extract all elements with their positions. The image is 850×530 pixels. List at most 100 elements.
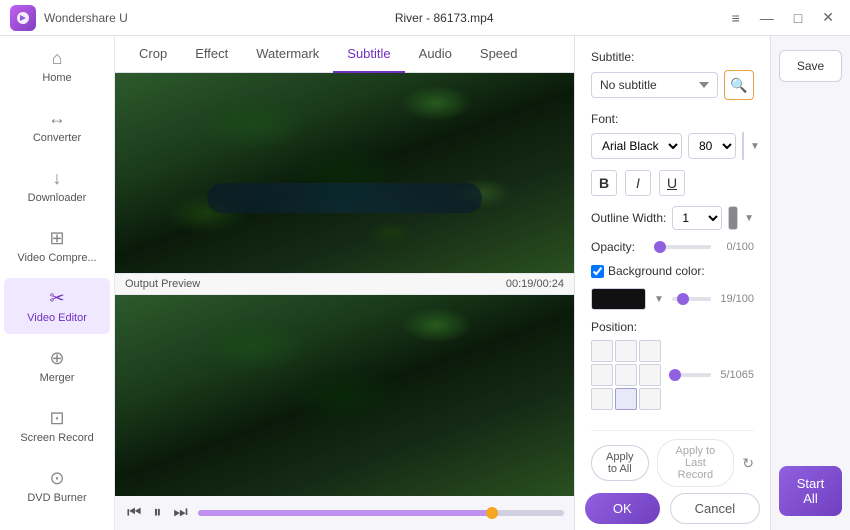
subtitle-search-btn[interactable]: 🔍 [724,70,754,100]
tab-effect[interactable]: Effect [181,36,242,73]
progress-bar[interactable] [198,510,564,516]
bg-color-checkbox-label[interactable]: Background color: [591,264,705,278]
menu-icon[interactable]: ≡ [726,8,746,28]
position-value: 5/1065 [719,369,754,381]
rewind-btn[interactable]: ⏮ [125,502,143,524]
subtitle-section-label: Subtitle: [591,50,754,64]
video-panel: Crop Effect Watermark Subtitle Audio Spe… [115,36,575,530]
sidebar-label-editor: Video Editor [27,312,87,324]
bg-color-checkbox[interactable] [591,265,604,278]
font-family-select[interactable]: Arial Black [591,133,682,159]
apply-to-all-btn[interactable]: Apply to All [591,445,649,481]
window-controls[interactable]: ≡ — □ ✕ [726,7,840,28]
pos-cell-ml[interactable] [591,364,613,386]
bottom-video-frame [115,295,574,496]
sidebar-item-screen-record[interactable]: ⊡ Screen Record [4,398,110,454]
sidebar-label-compress: Video Compre... [17,252,96,264]
converter-icon: ↔ [48,108,66,129]
river-texture [207,183,482,213]
outline-label: Outline Width: [591,211,666,225]
progress-thumb[interactable] [486,507,498,519]
color-dropdown-arrow[interactable]: ▼ [750,141,760,152]
tab-speed[interactable]: Speed [466,36,532,73]
forest-texture [115,73,574,273]
sidebar-item-merger[interactable]: ⊕ Merger [4,338,110,394]
editor-container: Crop Effect Watermark Subtitle Audio Spe… [115,36,850,530]
maximize-btn[interactable]: □ [788,8,808,28]
sidebar-item-video-editor[interactable]: ✂ Video Editor [4,278,110,334]
outline-color-arrow[interactable]: ▼ [744,213,754,224]
bottom-forest-overlay [115,295,574,496]
tab-bar: Crop Effect Watermark Subtitle Audio Spe… [115,36,574,73]
screen-record-icon: ⊡ [49,408,64,429]
apply-to-last-btn[interactable]: Apply to Last Record [657,439,735,487]
pause-btn[interactable]: ⏸ [151,502,163,524]
position-label: Position: [591,320,754,334]
output-preview-label: Output Preview [125,278,200,290]
progress-fill [198,510,491,516]
minimize-btn[interactable]: — [754,8,780,28]
pos-cell-mc[interactable] [615,364,637,386]
tab-audio[interactable]: Audio [405,36,466,73]
sidebar-label-converter: Converter [33,132,81,144]
outline-color-picker[interactable] [728,206,738,230]
sidebar-label-screen-record: Screen Record [20,432,93,444]
bg-color-picker-row: ▼ 19/100 [591,288,754,310]
bg-opacity-slider[interactable] [672,297,711,301]
pos-cell-bl[interactable] [591,388,613,410]
sidebar-item-downloader[interactable]: ↓ Downloader [4,158,110,214]
pos-cell-br[interactable] [639,388,661,410]
start-all-btn[interactable]: Start All [779,466,842,516]
opacity-value: 0/100 [719,241,754,253]
top-video-preview [115,73,574,273]
position-section: Position: [591,320,754,410]
subtitle-panel: Subtitle: No subtitle 🔍 Font: Arial Blac… [575,36,770,530]
underline-btn[interactable]: U [659,170,685,196]
cancel-btn[interactable]: Cancel [670,493,760,524]
compress-icon: ⊞ [49,228,64,249]
ok-cancel-row: OK Cancel [591,493,754,524]
tab-subtitle[interactable]: Subtitle [333,36,404,73]
opacity-slider[interactable] [654,245,711,249]
pos-cell-tl[interactable] [591,340,613,362]
search-icon: 🔍 [730,77,747,94]
playback-controls: ⏮ ⏸ ⏭ [115,496,574,530]
bg-color-row: Background color: [591,264,754,278]
italic-btn[interactable]: I [625,170,651,196]
sidebar: ⌂ Home ↔ Converter ↓ Downloader ⊞ Video … [0,36,115,530]
bold-btn[interactable]: B [591,170,617,196]
font-size-select[interactable]: 80 [688,133,736,159]
outline-select[interactable]: 1 [672,206,722,230]
close-btn[interactable]: ✕ [816,7,840,28]
pos-cell-tr[interactable] [639,340,661,362]
bg-color-arrow[interactable]: ▼ [654,294,664,305]
style-row: B I U [591,170,754,196]
main-window: ⌂ Home ↔ Converter ↓ Downloader ⊞ Video … [0,36,850,530]
pos-cell-mr[interactable] [639,364,661,386]
tab-watermark[interactable]: Watermark [242,36,333,73]
bg-opacity-value: 19/100 [719,293,754,305]
app-logo [10,5,36,31]
titlebar: Wondershare U River - 86173.mp4 ≡ — □ ✕ [0,0,850,36]
sidebar-item-video-compress[interactable]: ⊞ Video Compre... [4,218,110,274]
pos-cell-tc[interactable] [615,340,637,362]
sidebar-item-dvd-burner[interactable]: ⊙ DVD Burner [4,458,110,514]
dvd-icon: ⊙ [49,468,64,489]
sidebar-label-downloader: Downloader [28,192,87,204]
tab-crop[interactable]: Crop [125,36,181,73]
forward-btn[interactable]: ⏭ [171,502,189,524]
sidebar-item-home[interactable]: ⌂ Home [4,38,110,94]
merger-icon: ⊕ [49,348,64,369]
editor-content: Crop Effect Watermark Subtitle Audio Spe… [115,36,850,530]
save-btn[interactable]: Save [779,50,842,82]
position-slider[interactable] [669,373,711,377]
ok-btn[interactable]: OK [585,493,660,524]
bg-color-picker[interactable] [591,288,646,310]
pos-cell-bc[interactable] [615,388,637,410]
sidebar-item-player[interactable]: ▶ Player [4,518,110,530]
subtitle-select[interactable]: No subtitle [591,72,718,98]
sidebar-item-converter[interactable]: ↔ Converter [4,98,110,154]
refresh-btn[interactable]: ↻ [742,455,754,472]
font-color-picker[interactable] [742,132,744,160]
font-row: Arial Black 80 ▼ [591,132,754,160]
